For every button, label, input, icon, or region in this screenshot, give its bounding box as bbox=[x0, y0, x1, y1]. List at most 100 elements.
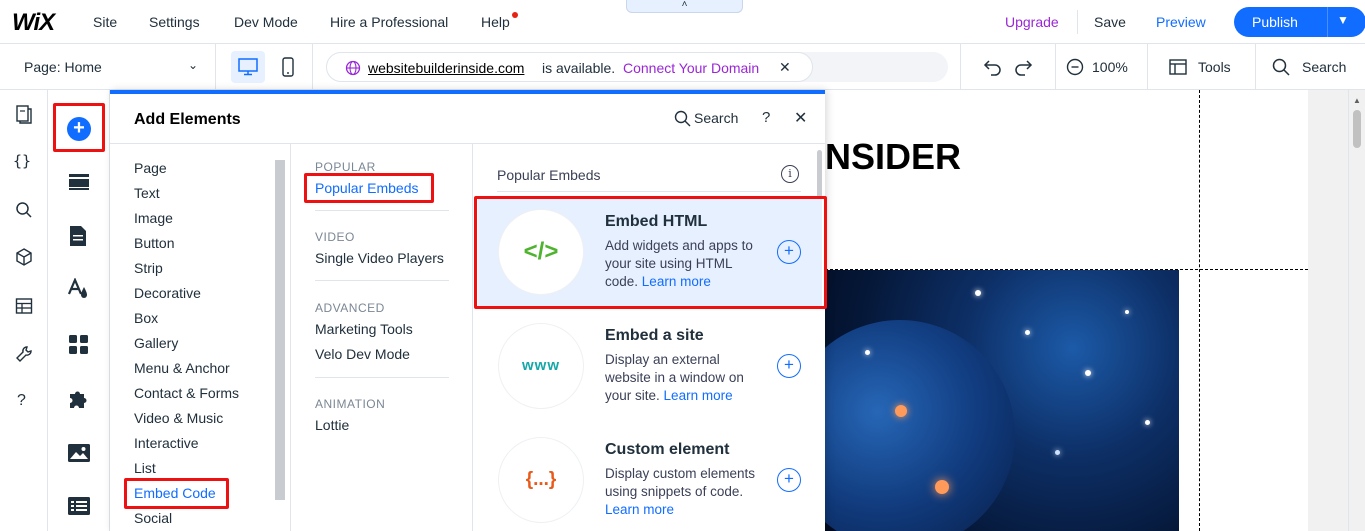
add-button-highlight bbox=[53, 103, 105, 152]
zoom-level[interactable]: 100% bbox=[1092, 59, 1128, 75]
panel-close-button[interactable]: ✕ bbox=[794, 108, 807, 128]
strip-icon[interactable] bbox=[69, 174, 89, 190]
subcategory-header-advanced: ADVANCED bbox=[315, 301, 385, 315]
save-button[interactable]: Save bbox=[1094, 14, 1126, 30]
add-plus-icon[interactable]: + bbox=[777, 468, 801, 492]
category-text[interactable]: Text bbox=[134, 185, 160, 201]
code-braces-icon[interactable]: {} bbox=[13, 152, 31, 170]
light-dot bbox=[1025, 330, 1030, 335]
category-decorative[interactable]: Decorative bbox=[134, 285, 201, 301]
undo-icon[interactable] bbox=[982, 58, 1002, 76]
learn-more-link[interactable]: Learn more bbox=[605, 502, 674, 517]
subcategory-marketing-tools[interactable]: Marketing Tools bbox=[315, 321, 413, 337]
subcategory-single-video-players[interactable]: Single Video Players bbox=[315, 250, 444, 266]
category-list[interactable]: List bbox=[134, 460, 156, 476]
upgrade-link[interactable]: Upgrade bbox=[1005, 14, 1059, 30]
pages-icon[interactable] bbox=[15, 104, 33, 124]
mobile-view-button[interactable] bbox=[276, 51, 300, 83]
category-image[interactable]: Image bbox=[134, 210, 173, 226]
menu-help[interactable]: Help bbox=[481, 14, 510, 30]
light-dot bbox=[935, 480, 949, 494]
category-social[interactable]: Social bbox=[134, 510, 172, 526]
publish-button[interactable]: Publish ▼ bbox=[1234, 7, 1365, 37]
preview-button[interactable]: Preview bbox=[1156, 14, 1206, 30]
puzzle-icon[interactable] bbox=[68, 388, 90, 410]
custom-code-icon: {...} bbox=[498, 437, 584, 523]
domain-bar: websitebuilderinside.com is available. C… bbox=[326, 52, 948, 82]
highlight-embed-html bbox=[474, 196, 827, 309]
page-icon[interactable] bbox=[70, 226, 86, 246]
highlight-embed-code bbox=[124, 478, 229, 509]
gridline-horizontal bbox=[825, 269, 1308, 270]
scroll-up-icon[interactable]: ▲ bbox=[1353, 96, 1361, 105]
search-button[interactable]: Search bbox=[1302, 59, 1346, 75]
category-contact-forms[interactable]: Contact & Forms bbox=[134, 385, 239, 401]
toolbar-divider bbox=[215, 44, 216, 90]
menu-dev-mode[interactable]: Dev Mode bbox=[234, 14, 298, 30]
menu-hire-professional[interactable]: Hire a Professional bbox=[330, 14, 448, 30]
subcategory-header-animation: ANIMATION bbox=[315, 397, 386, 411]
panel-accent-bar bbox=[110, 90, 825, 94]
category-menu-anchor[interactable]: Menu & Anchor bbox=[134, 360, 230, 376]
redo-icon[interactable] bbox=[1014, 58, 1034, 76]
domain-status: is available. bbox=[542, 60, 616, 76]
subcategory-header-video: VIDEO bbox=[315, 230, 355, 244]
globe-icon bbox=[345, 60, 361, 76]
toolbar-divider bbox=[1255, 44, 1256, 90]
apps-grid-icon[interactable] bbox=[69, 335, 89, 355]
zoom-out-icon[interactable] bbox=[1066, 58, 1084, 76]
domain-name[interactable]: websitebuilderinside.com bbox=[368, 60, 524, 76]
help-icon[interactable]: ? bbox=[17, 392, 26, 410]
search-icon[interactable] bbox=[674, 110, 691, 127]
package-icon[interactable] bbox=[15, 248, 33, 266]
close-icon[interactable]: ✕ bbox=[779, 59, 791, 76]
category-page[interactable]: Page bbox=[134, 160, 167, 176]
connect-domain-link[interactable]: Connect Your Domain bbox=[623, 60, 759, 76]
vertical-scrollbar[interactable]: ▲ bbox=[1348, 90, 1365, 531]
category-strip[interactable]: Strip bbox=[134, 260, 163, 276]
tools-button[interactable]: Tools bbox=[1198, 59, 1231, 75]
info-icon[interactable]: i bbox=[781, 165, 799, 183]
subcategory-divider bbox=[315, 210, 449, 211]
card-title: Custom element bbox=[605, 441, 730, 458]
page-selector[interactable]: Page: Home bbox=[24, 59, 102, 75]
category-scrollbar[interactable] bbox=[275, 160, 285, 500]
add-plus-icon[interactable]: + bbox=[777, 354, 801, 378]
subcategory-header-popular: POPULAR bbox=[315, 160, 376, 174]
category-video-music[interactable]: Video & Music bbox=[134, 410, 223, 426]
category-interactive[interactable]: Interactive bbox=[134, 435, 199, 451]
hero-image[interactable] bbox=[825, 270, 1179, 531]
category-gallery[interactable]: Gallery bbox=[134, 335, 178, 351]
help-notification-dot bbox=[512, 12, 518, 18]
light-dot bbox=[865, 350, 870, 355]
wrench-icon[interactable] bbox=[15, 345, 33, 363]
desktop-view-button[interactable] bbox=[231, 51, 265, 83]
subcategory-velo-dev-mode[interactable]: Velo Dev Mode bbox=[315, 346, 410, 362]
card-description: Display custom elements using snippets o… bbox=[605, 465, 765, 519]
collapse-toolbar-tab[interactable]: ˄ bbox=[626, 0, 743, 13]
category-button[interactable]: Button bbox=[134, 235, 174, 251]
site-title-text[interactable]: NSIDER bbox=[825, 136, 1005, 178]
menu-settings[interactable]: Settings bbox=[149, 14, 200, 30]
panel-search-button[interactable]: Search bbox=[694, 110, 738, 126]
category-box[interactable]: Box bbox=[134, 310, 158, 326]
list-icon[interactable] bbox=[68, 497, 90, 515]
image-icon[interactable] bbox=[68, 444, 90, 462]
table-icon[interactable] bbox=[15, 297, 33, 315]
search-icon[interactable] bbox=[15, 201, 33, 219]
custom-element-card[interactable]: {...} Custom element Display custom elem… bbox=[478, 427, 822, 531]
tools-icon[interactable] bbox=[1169, 58, 1187, 76]
menu-site[interactable]: Site bbox=[93, 14, 117, 30]
subcategory-lottie[interactable]: Lottie bbox=[315, 417, 349, 433]
highlight-popular-embeds bbox=[304, 173, 434, 203]
search-icon[interactable] bbox=[1272, 58, 1290, 76]
learn-more-link[interactable]: Learn more bbox=[664, 388, 733, 403]
panel-help-button[interactable]: ? bbox=[762, 109, 770, 126]
design-icon[interactable] bbox=[68, 278, 90, 300]
embed-site-card[interactable]: www Embed a site Display an external web… bbox=[478, 313, 822, 423]
column-divider bbox=[290, 144, 291, 531]
scrollbar-thumb[interactable] bbox=[1353, 110, 1361, 148]
chevron-down-icon[interactable]: ▼ bbox=[1337, 13, 1349, 27]
wix-logo[interactable]: WiX bbox=[12, 9, 55, 37]
chevron-down-icon[interactable]: ⌄ bbox=[188, 58, 198, 72]
